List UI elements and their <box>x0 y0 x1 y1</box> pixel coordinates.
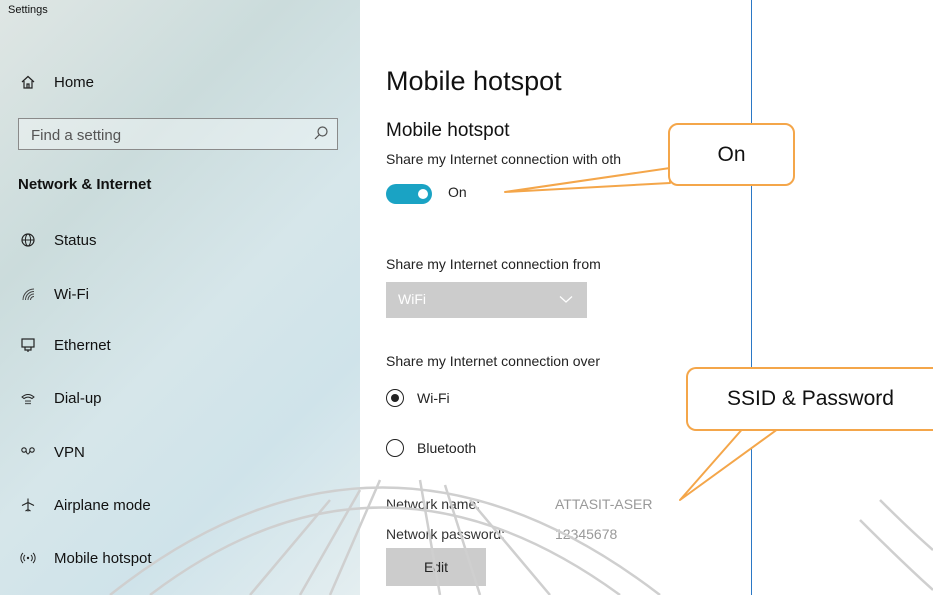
hotspot-toggle[interactable] <box>386 184 432 204</box>
radio-wifi[interactable] <box>386 389 404 407</box>
sidebar-item-ethernet[interactable]: Ethernet <box>18 333 111 357</box>
sidebar-item-label: Dial-up <box>54 389 102 407</box>
airplane-icon <box>18 497 38 513</box>
edit-button[interactable]: Edit <box>386 548 486 586</box>
network-name-value: ATTASIT-ASER <box>555 496 653 512</box>
radio-bluetooth[interactable] <box>386 439 404 457</box>
sidebar-item-status[interactable]: Status <box>18 228 97 252</box>
section-title: Mobile hotspot <box>386 120 510 141</box>
sidebar-item-label: VPN <box>54 443 85 461</box>
globe-icon <box>18 232 38 248</box>
dialup-icon <box>18 390 38 406</box>
sidebar-item-home[interactable]: Home <box>18 70 94 94</box>
share-over-label: Share my Internet connection over <box>386 353 601 369</box>
search-icon[interactable] <box>313 125 329 146</box>
radio-wifi-label[interactable]: Wi-Fi <box>417 390 450 406</box>
share-from-label: Share my Internet connection from <box>386 256 601 272</box>
window-title: Settings <box>8 4 48 16</box>
ethernet-icon <box>18 337 38 353</box>
wifi-icon <box>18 286 38 302</box>
settings-window: Settings Home Network & Internet Status <box>0 0 752 595</box>
sidebar-item-wifi[interactable]: Wi-Fi <box>18 282 89 306</box>
sidebar-item-label: Home <box>54 73 95 91</box>
share-from-value: WiFi <box>398 291 426 307</box>
share-connection-label: Share my Internet connection with oth <box>386 151 622 167</box>
vpn-icon <box>18 444 38 460</box>
radio-selected-dot <box>390 393 399 402</box>
sidebar-item-label: Airplane mode <box>54 496 151 514</box>
home-icon <box>18 74 38 90</box>
network-password-value: 12345678 <box>555 526 618 542</box>
radio-bluetooth-label[interactable]: Bluetooth <box>417 440 476 456</box>
sidebar-item-mobile-hotspot[interactable]: Mobile hotspot <box>18 546 152 570</box>
network-name-label: Network name: <box>386 496 481 512</box>
callout-on-text: On <box>717 142 746 166</box>
toggle-state-label: On <box>448 184 467 200</box>
page-title: Mobile hotspot <box>386 66 562 96</box>
search-box[interactable] <box>18 118 338 151</box>
hotspot-icon <box>18 550 38 566</box>
search-input[interactable] <box>29 119 303 151</box>
callout-ssid-text: SSID & Password <box>727 387 894 410</box>
callout-on: On <box>668 123 795 186</box>
toggle-knob <box>418 189 428 199</box>
section-heading: Network & Internet <box>18 176 152 193</box>
chevron-down-icon <box>559 292 573 311</box>
sidebar-item-label: Status <box>54 231 97 249</box>
sidebar-item-airplane-mode[interactable]: Airplane mode <box>18 493 151 517</box>
sidebar-item-label: Ethernet <box>54 336 111 354</box>
main-content: Mobile hotspot Mobile hotspot Share my I… <box>360 0 751 595</box>
sidebar-item-dialup[interactable]: Dial-up <box>18 386 102 410</box>
share-from-dropdown[interactable]: WiFi <box>386 282 587 318</box>
callout-ssid-password: SSID & Password <box>686 367 933 431</box>
sidebar-item-vpn[interactable]: VPN <box>18 440 85 464</box>
sidebar: Settings Home Network & Internet Status <box>0 0 360 595</box>
sidebar-item-label: Wi-Fi <box>54 285 89 303</box>
sidebar-item-label: Mobile hotspot <box>54 549 152 567</box>
network-password-label: Network password: <box>386 526 506 542</box>
